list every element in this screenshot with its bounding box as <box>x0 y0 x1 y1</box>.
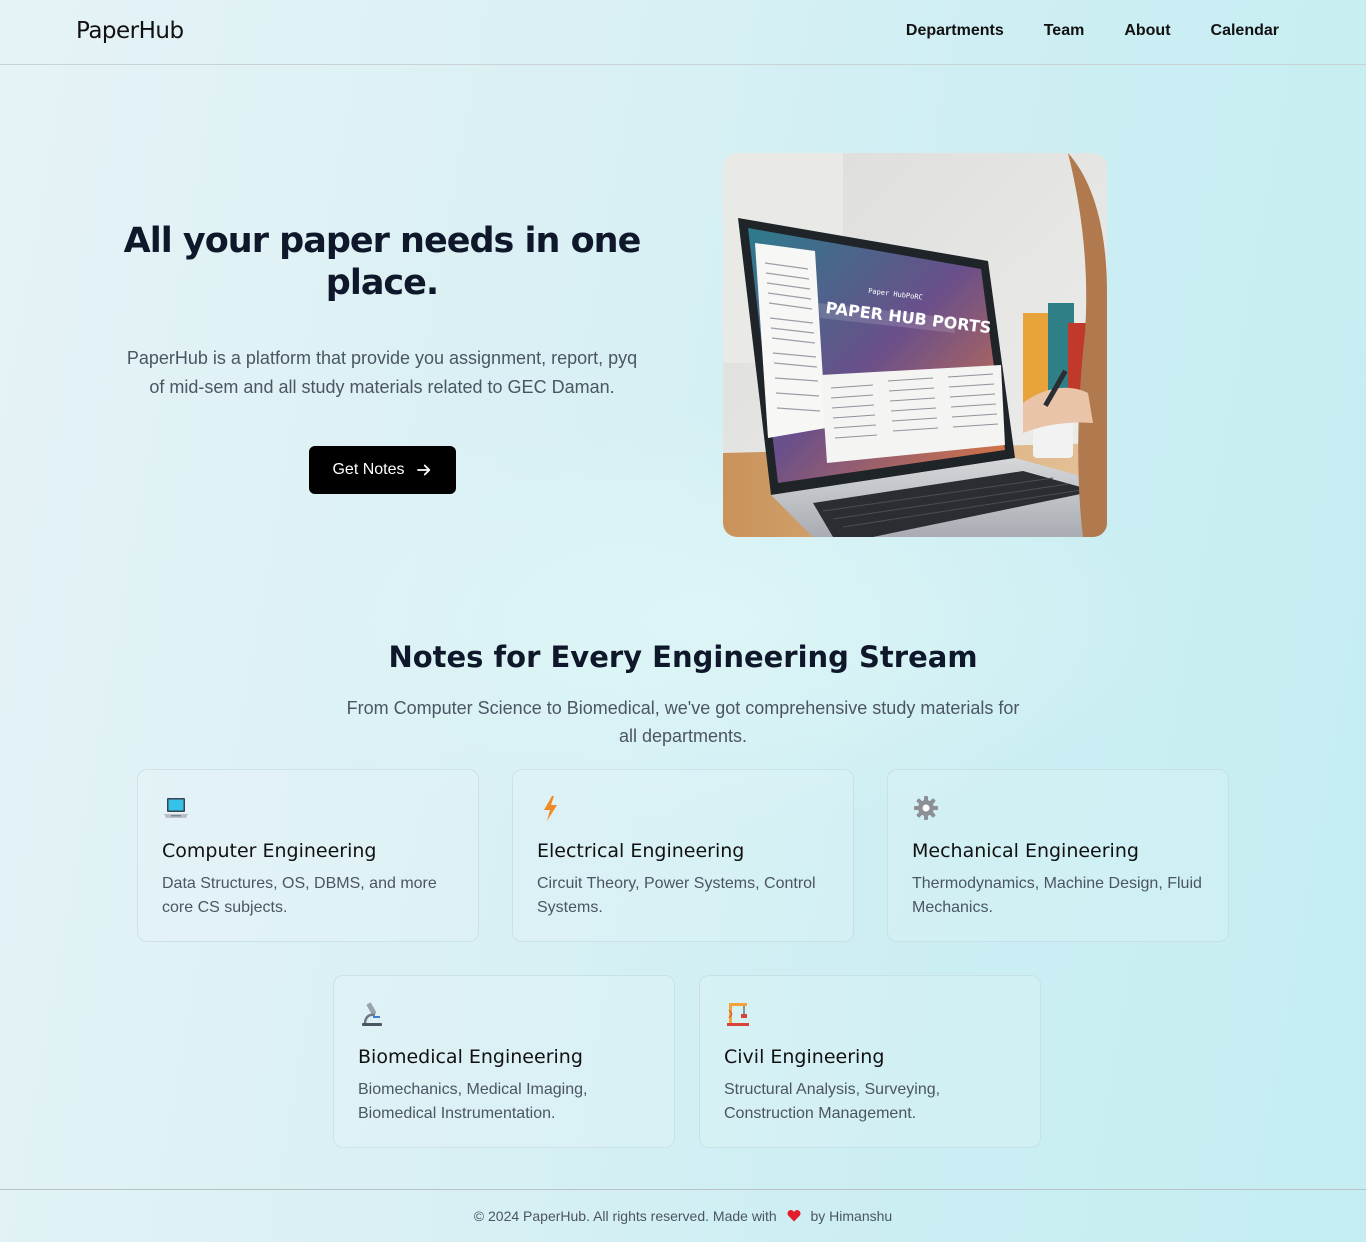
construction-icon <box>727 1003 749 1026</box>
laptop-icon <box>164 798 188 818</box>
card-biomedical-engineering[interactable]: Biomedical Engineering Biomechanics, Med… <box>333 975 675 1148</box>
nav-link-about[interactable]: About <box>1124 22 1170 40</box>
site-header: PaperHub Departments Team About Calendar <box>0 0 1366 65</box>
card-title: Biomedical Engineering <box>358 1046 583 1068</box>
card-title: Electrical Engineering <box>537 840 745 862</box>
card-electrical-engineering[interactable]: Electrical Engineering Circuit Theory, P… <box>512 769 854 942</box>
site-footer: © 2024 PaperHub. All rights reserved. Ma… <box>0 1189 1366 1242</box>
card-description: Data Structures, OS, DBMS, and more core… <box>162 875 437 916</box>
arrow-right-icon <box>416 464 430 476</box>
nav-link-calendar[interactable]: Calendar <box>1211 22 1279 40</box>
heart-icon <box>787 1210 801 1222</box>
hero-description: PaperHub is a platform that provide you … <box>126 348 638 397</box>
main-nav: Departments Team About Calendar <box>906 22 1279 40</box>
card-description: Biomechanics, Medical Imaging, Biomedica… <box>358 1081 588 1122</box>
card-description: Structural Analysis, Surveying, Construc… <box>724 1081 941 1122</box>
nav-link-team[interactable]: Team <box>1044 22 1085 40</box>
gear-icon <box>914 796 938 820</box>
card-computer-engineering[interactable]: Computer Engineering Data Structures, OS… <box>137 769 479 942</box>
footer-copyright: © 2024 PaperHub. All rights reserved. Ma… <box>473 1208 777 1224</box>
card-civil-engineering[interactable]: Civil Engineering Structural Analysis, S… <box>699 975 1041 1148</box>
card-description: Thermodynamics, Machine Design, Fluid Me… <box>912 875 1202 916</box>
streams-description: From Computer Science to Biomedical, we'… <box>346 698 1020 746</box>
card-title: Mechanical Engineering <box>912 840 1139 862</box>
get-notes-label: Get Notes <box>332 461 405 478</box>
nav-link-departments[interactable]: Departments <box>906 22 1004 40</box>
logo[interactable]: PaperHub <box>76 18 184 44</box>
hero-text: All your paper needs in one place. Paper… <box>122 220 642 402</box>
hero-title: All your paper needs in one place. <box>123 221 642 303</box>
card-title: Computer Engineering <box>162 840 377 862</box>
streams-title: Notes for Every Engineering Stream <box>388 640 978 674</box>
lightning-icon <box>544 796 557 821</box>
hero-illustration: PAPER HUB PORTS Paper HubPoRC <box>723 153 1107 537</box>
card-description: Circuit Theory, Power Systems, Control S… <box>537 875 816 916</box>
microscope-icon <box>362 1002 382 1026</box>
card-mechanical-engineering[interactable]: Mechanical Engineering Thermodynamics, M… <box>887 769 1229 942</box>
footer-author: by Himanshu <box>810 1208 893 1224</box>
get-notes-button[interactable]: Get Notes <box>309 446 456 494</box>
card-title: Civil Engineering <box>724 1046 885 1068</box>
